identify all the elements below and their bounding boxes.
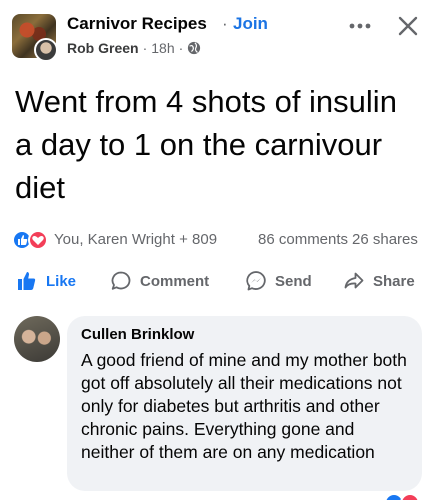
share-button[interactable]: Share [343,270,415,292]
meta-separator: · [142,40,148,56]
love-reaction-icon [400,493,420,500]
more-horizontal-icon[interactable] [346,16,374,36]
comment-text: A good friend of mine and my mother both… [81,350,407,462]
separator-dot: · [222,14,228,33]
globe-icon [188,41,201,55]
author-avatar[interactable] [34,38,58,62]
comment-button[interactable]: Comment [110,270,209,292]
comment-label: Comment [140,272,210,290]
post-meta: Rob Green · 18h · [67,40,201,56]
comment-author-link[interactable]: Cullen Brinklow [81,326,408,343]
post-text: Went from 4 shots of insulin a day to 1 … [15,84,397,205]
send-label: Send [275,272,312,290]
comment-count[interactable]: 86 comments [258,231,348,248]
comment-reaction-icons[interactable] [384,493,428,500]
meta-separator: · [178,40,184,56]
reaction-icons[interactable] [12,230,52,250]
post-header: Carnivor Recipes · Join Rob Green · 18h … [0,0,435,72]
messenger-icon [246,271,266,291]
share-count[interactable]: 26 shares [352,231,418,248]
commenter-avatar[interactable] [14,316,60,362]
join-button[interactable]: Join [233,14,268,34]
thumbs-up-icon [18,272,36,290]
send-button[interactable]: Send [245,270,312,292]
comment-bubble-icon [111,271,131,290]
reaction-names[interactable]: You, Karen Wright + 809 [54,231,217,248]
close-icon[interactable] [396,14,420,38]
love-reaction-icon [28,230,48,250]
action-bar: Like Comment Send Share [0,264,435,300]
reactions-bar: You, Karen Wright + 809 86 comments 26 s… [12,228,424,252]
comment-bubble: Cullen Brinklow A good friend of mine an… [67,316,422,491]
post-time[interactable]: 18h [151,40,174,56]
group-name-link[interactable]: Carnivor Recipes [67,14,207,34]
like-label: Like [46,272,77,290]
author-name-link[interactable]: Rob Green [67,40,139,56]
share-label: Share [373,272,415,290]
share-arrow-icon [344,272,364,289]
like-button[interactable]: Like [16,270,76,292]
